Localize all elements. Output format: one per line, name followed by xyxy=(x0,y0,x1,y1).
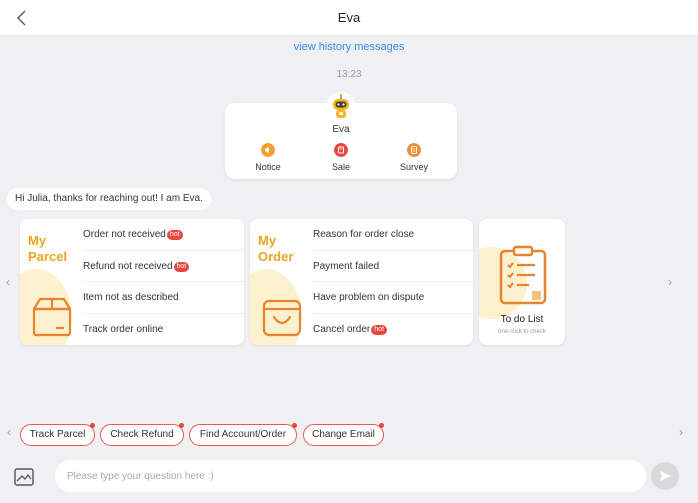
notification-dot xyxy=(292,423,297,428)
shopping-bag-icon xyxy=(262,299,302,337)
list-item[interactable]: Order not received hot xyxy=(83,219,244,251)
hot-badge: hot xyxy=(173,261,190,272)
list-item[interactable]: Payment failed xyxy=(313,251,473,282)
list-item[interactable]: Cancel order hot xyxy=(313,314,473,346)
survey-button[interactable]: Survey xyxy=(384,143,444,172)
chips-prev-icon[interactable]: ‹ xyxy=(7,425,11,439)
hot-badge: hot xyxy=(166,230,183,240)
megaphone-icon xyxy=(261,143,275,157)
list-item[interactable]: Reason for order close xyxy=(313,219,473,251)
my-parcel-card: My Parcel Order not received hot Refund n… xyxy=(20,219,244,345)
notification-dot xyxy=(90,423,95,428)
survey-label: Survey xyxy=(399,162,428,172)
message-timestamp: 13:23 xyxy=(336,69,362,80)
quick-reply-change-email[interactable]: Change Email xyxy=(303,423,384,446)
clipboard-checklist-icon xyxy=(499,245,547,305)
chat-header: Eva xyxy=(0,0,698,36)
notification-dot xyxy=(379,423,384,428)
notice-label: Notice xyxy=(255,162,281,172)
carousel-next-icon[interactable]: › xyxy=(668,275,672,289)
sale-label: Sale xyxy=(331,162,350,172)
send-icon[interactable] xyxy=(651,462,679,490)
todo-title: To do List xyxy=(500,314,544,325)
image-upload-icon[interactable] xyxy=(13,466,35,488)
parcel-box-icon xyxy=(32,297,72,337)
message-composer xyxy=(0,458,698,503)
list-item[interactable]: Refund not received hot xyxy=(83,251,244,282)
order-card-title: My Order xyxy=(258,233,294,264)
sale-button[interactable]: Sale xyxy=(311,143,371,172)
quick-reply-check-refund[interactable]: Check Refund xyxy=(100,423,184,446)
quick-reply-find-account-order[interactable]: Find Account/Order xyxy=(189,423,297,446)
quick-reply-track-parcel[interactable]: Track Parcel xyxy=(20,423,95,446)
list-item[interactable]: Item not as described xyxy=(83,282,244,314)
list-item[interactable]: Have problem on dispute xyxy=(313,282,473,314)
my-order-card: My Order Reason for order close Payment … xyxy=(250,219,473,345)
notification-dot xyxy=(179,423,184,428)
chat-title: Eva xyxy=(337,10,361,25)
list-item[interactable]: Track order online xyxy=(83,314,244,346)
todo-list-card[interactable]: To do List one-click to check xyxy=(479,219,565,345)
notice-button[interactable]: Notice xyxy=(238,143,298,172)
message-input[interactable] xyxy=(55,460,646,492)
hot-badge: hot xyxy=(371,324,387,335)
todo-subtitle: one-click to check xyxy=(498,329,546,335)
quick-reply-bar: ‹ Track Parcel Check Refund Find Account… xyxy=(0,420,698,456)
parcel-card-title: My Parcel xyxy=(28,233,68,264)
view-history-link[interactable]: view history messages xyxy=(0,41,698,53)
carousel-prev-icon[interactable]: ‹ xyxy=(6,275,10,289)
sale-tag-icon xyxy=(334,143,348,157)
greeting-message: Hi Julia, thanks for reaching out! I am … xyxy=(7,188,211,210)
chips-next-icon[interactable]: › xyxy=(679,425,683,439)
survey-icon xyxy=(407,143,421,157)
robot-avatar-icon xyxy=(326,92,356,122)
bot-name: Eva xyxy=(332,124,350,135)
